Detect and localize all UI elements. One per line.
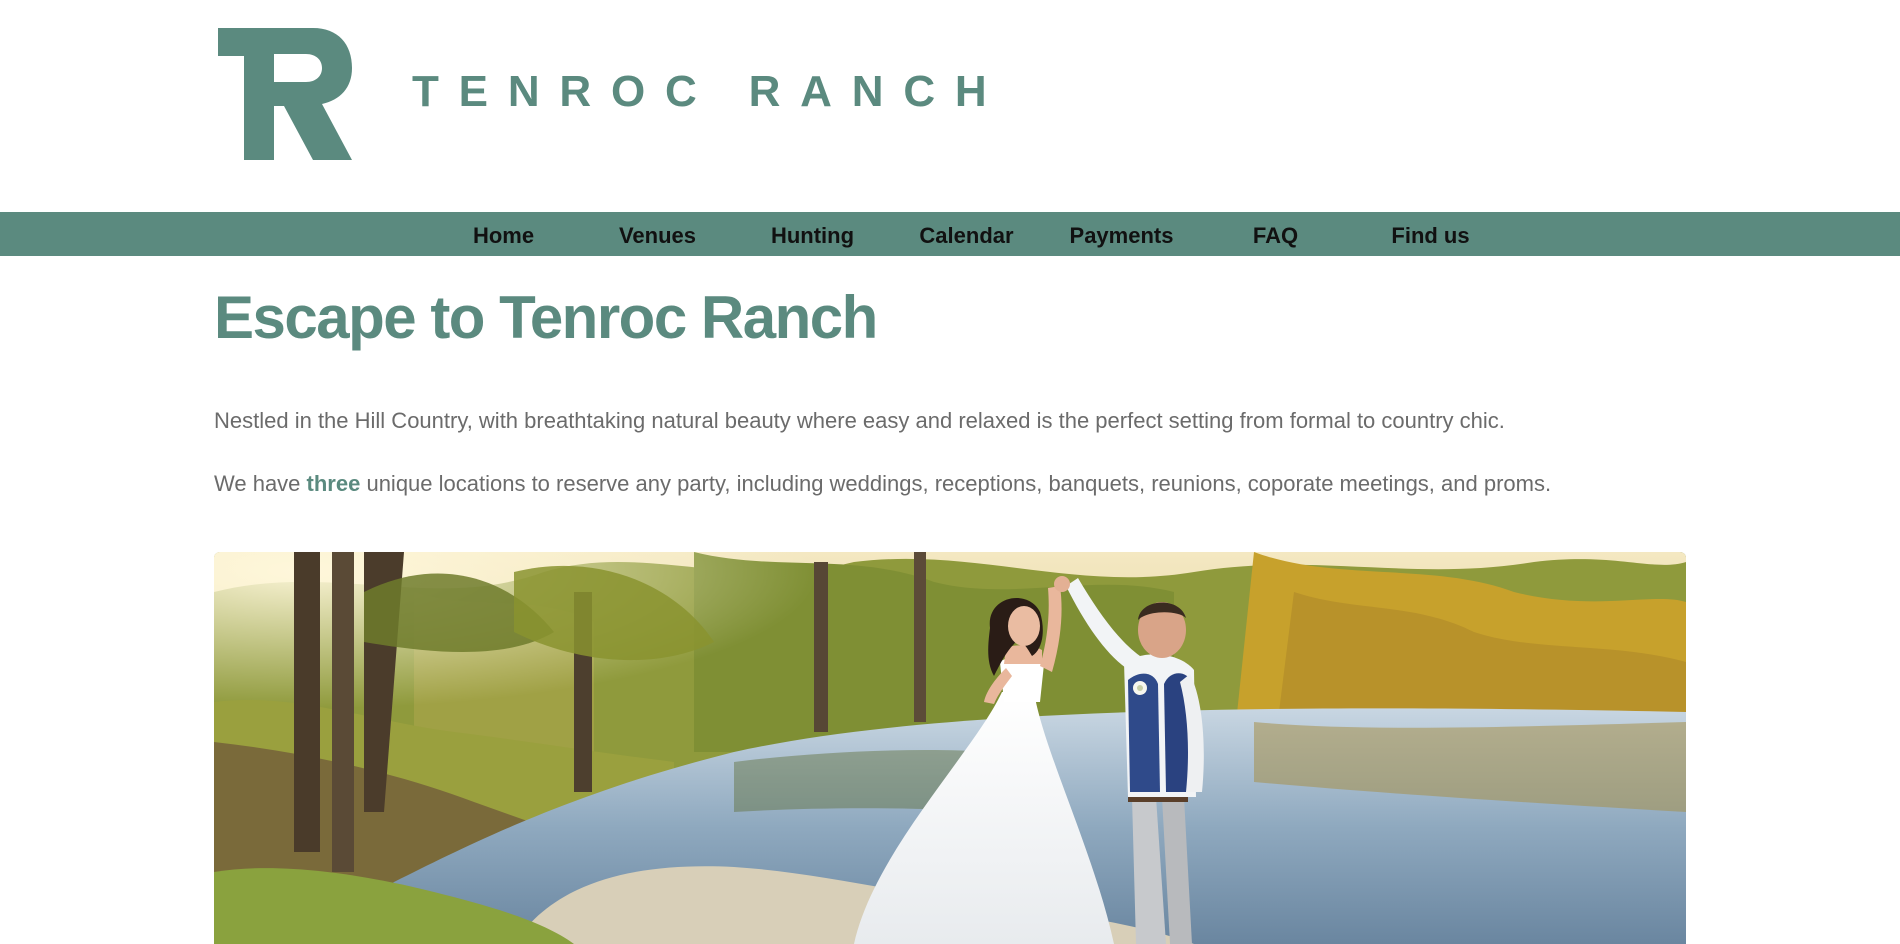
nav-find-us[interactable]: Find us <box>1353 212 1508 256</box>
page: TENROC RANCH Home Venues Hunting Calenda… <box>0 0 1900 944</box>
site-name: TENROC RANCH <box>412 67 1007 116</box>
nav-faq[interactable]: FAQ <box>1198 212 1353 256</box>
locations-prefix: We have <box>214 471 307 496</box>
page-title: Escape to Tenroc Ranch <box>214 284 878 351</box>
locations-paragraph: We have three unique locations to reserv… <box>214 469 1551 499</box>
nav-calendar[interactable]: Calendar <box>889 212 1044 256</box>
nav-venues[interactable]: Venues <box>580 212 735 256</box>
main-nav: Home Venues Hunting Calendar Payments FA… <box>0 212 1900 256</box>
site-header: TENROC RANCH <box>0 0 1900 212</box>
nav-hunting[interactable]: Hunting <box>735 212 890 256</box>
intro-paragraph: Nestled in the Hill Country, with breath… <box>214 408 1505 433</box>
r-monogram-logo[interactable] <box>218 28 352 160</box>
hero-photo <box>214 552 1686 944</box>
locations-suffix: unique locations to reserve any party, i… <box>360 471 1552 496</box>
locations-count: three <box>306 471 361 496</box>
nav-home[interactable]: Home <box>426 212 581 256</box>
nav-payments[interactable]: Payments <box>1044 212 1199 256</box>
